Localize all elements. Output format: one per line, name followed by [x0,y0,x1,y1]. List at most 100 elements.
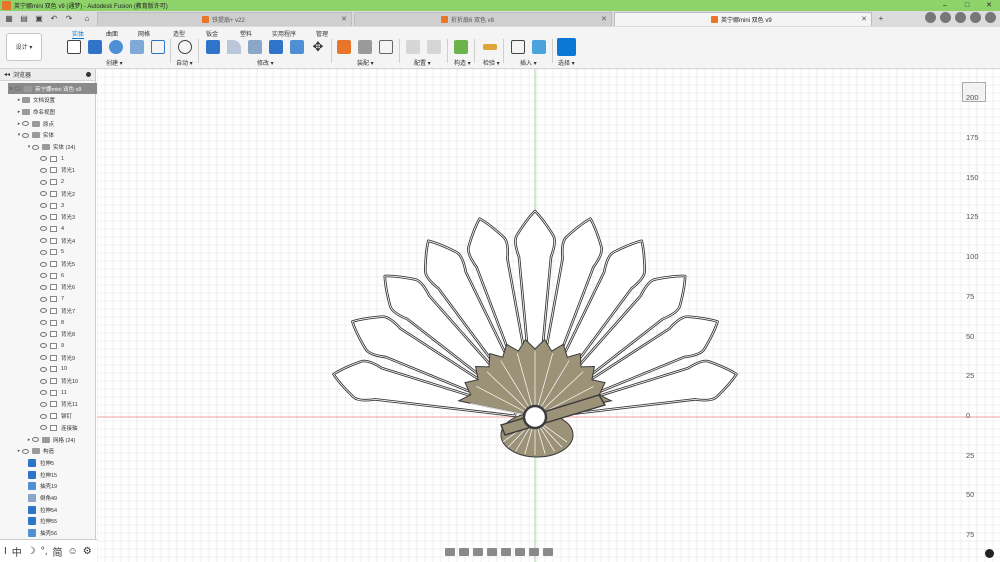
insert-derive-icon[interactable] [511,40,525,54]
body-item[interactable]: 7 [40,294,64,305]
body-item[interactable]: 11 [40,387,67,398]
app-grid-icon[interactable]: ▦ [3,13,15,25]
tab-surface[interactable]: 曲面 [106,29,118,38]
press-pull-icon[interactable] [206,40,220,54]
punctuation-icon[interactable]: °, [41,546,48,557]
timeline-feature[interactable]: 抽壳19 [28,481,57,492]
visibility-eye-icon[interactable] [40,296,47,302]
joint-icon[interactable] [358,40,372,54]
body-item[interactable]: 背光7 [40,305,75,316]
zoom-icon[interactable] [487,548,497,556]
group-modify[interactable]: 修改 ▾ [257,58,274,67]
file-menu-icon[interactable]: ▤ [18,13,30,25]
tab-mesh[interactable]: 网格 [138,29,150,38]
group-insert[interactable]: 插入 ▾ [520,58,537,67]
visibility-eye-icon[interactable] [40,214,47,220]
browser-collapse-icon[interactable]: ◂◂ [4,71,10,78]
visibility-eye-icon[interactable] [32,144,39,150]
visibility-eye-icon[interactable] [22,448,29,454]
body-item[interactable]: 1 [40,153,64,164]
body-item[interactable]: 5 [40,247,64,258]
record-icon[interactable] [985,549,994,558]
body-item[interactable]: 背光8 [40,329,75,340]
pin-icon[interactable] [86,72,91,77]
table-icon[interactable] [379,40,393,54]
group-configure[interactable]: 配置 ▾ [414,58,431,67]
close-button[interactable]: ✕ [978,0,1000,11]
body-item[interactable]: 10 [40,364,67,375]
mesh-folder[interactable]: ▸ 网格 (24) [26,434,75,445]
group-select[interactable]: 选择 ▾ [558,58,575,67]
timeline-feature[interactable]: 拉伸5 [28,457,54,468]
visibility-eye-icon[interactable] [40,191,47,197]
visibility-eye-icon[interactable] [40,331,47,337]
new-tab-icon[interactable]: + [875,13,887,25]
visibility-eye-icon[interactable] [40,413,47,419]
help-icon[interactable] [970,12,981,23]
insert-image-icon[interactable] [532,40,546,54]
close-tab-icon[interactable]: ✕ [341,15,347,23]
close-tab-icon[interactable]: ✕ [601,15,607,23]
tab-sheet-metal[interactable]: 钣金 [206,29,218,38]
body-item[interactable]: 9 [40,340,64,351]
body-item[interactable]: 背光3 [40,212,75,223]
browser-node[interactable]: ▾ 实体 [16,130,54,141]
visibility-eye-icon[interactable] [40,425,47,431]
visibility-eye-icon[interactable] [40,238,47,244]
undo-icon[interactable]: ↶ [48,13,60,25]
tab-utilities[interactable]: 实用程序 [272,29,296,38]
visibility-eye-icon[interactable] [40,320,47,325]
visibility-eye-icon[interactable] [40,226,47,232]
ime-chinese-toggle[interactable]: 中 [12,544,22,559]
moon-icon[interactable]: ☽ [27,546,36,557]
visibility-eye-icon[interactable] [40,156,47,162]
jobs-icon[interactable] [955,12,966,23]
visibility-eye-icon[interactable] [40,179,47,185]
notifications-icon[interactable] [940,12,951,23]
visibility-eye-icon[interactable] [40,273,47,279]
split-icon[interactable] [290,40,304,54]
workspace-switcher[interactable]: 设计 ▾ [6,33,42,61]
group-construct[interactable]: 构造 ▾ [454,58,471,67]
visibility-eye-icon[interactable] [40,284,47,290]
configure-table-icon[interactable] [427,40,441,54]
body-item[interactable]: 背光4 [40,235,75,246]
tab-manage[interactable]: 管理 [316,29,328,38]
body-item[interactable]: 8 [40,317,64,328]
body-item[interactable]: 3 [40,200,64,211]
pan-icon[interactable] [473,548,483,556]
fan-model[interactable] [332,209,738,458]
viewports-icon[interactable] [543,548,553,556]
tab-plastic[interactable]: 塑料 [240,29,252,38]
fillet-icon[interactable] [227,40,241,54]
visibility-eye-icon[interactable] [40,366,47,372]
save-icon[interactable]: ▣ [33,13,45,25]
move-icon[interactable]: ✥ [311,40,325,54]
maximize-button[interactable]: □ [956,0,978,11]
orbit-icon[interactable] [445,548,455,556]
automate-icon[interactable] [178,40,192,54]
grid-settings-icon[interactable] [529,548,539,556]
body-item[interactable]: 6 [40,270,64,281]
timeline-feature[interactable]: 拉伸54 [28,504,57,515]
visibility-eye-icon[interactable] [40,390,47,396]
visibility-eye-icon[interactable] [40,355,47,361]
group-inspect[interactable]: 检验 ▾ [483,58,500,67]
timeline-feature[interactable]: 拉伸55 [28,516,57,527]
body-item[interactable]: 背光10 [40,376,78,387]
revolve-icon[interactable] [109,40,123,54]
extensions-icon[interactable] [925,12,936,23]
group-automate[interactable]: 自动 ▾ [176,58,193,67]
body-item[interactable]: 背光11 [40,399,78,410]
home-icon[interactable]: ⌂ [81,13,93,25]
select-icon[interactable] [557,38,576,56]
visibility-eye-icon[interactable] [22,121,29,127]
tab-form[interactable]: 造型 [173,29,185,38]
timeline-feature[interactable]: 抽壳56 [28,528,57,539]
body-item[interactable]: 4 [40,223,64,234]
visibility-eye-icon[interactable] [40,249,47,255]
pattern-icon[interactable] [151,40,165,54]
extrude-icon[interactable] [88,40,102,54]
browser-node[interactable]: ▸ 命名视图 [16,106,55,117]
look-at-icon[interactable] [459,548,469,556]
